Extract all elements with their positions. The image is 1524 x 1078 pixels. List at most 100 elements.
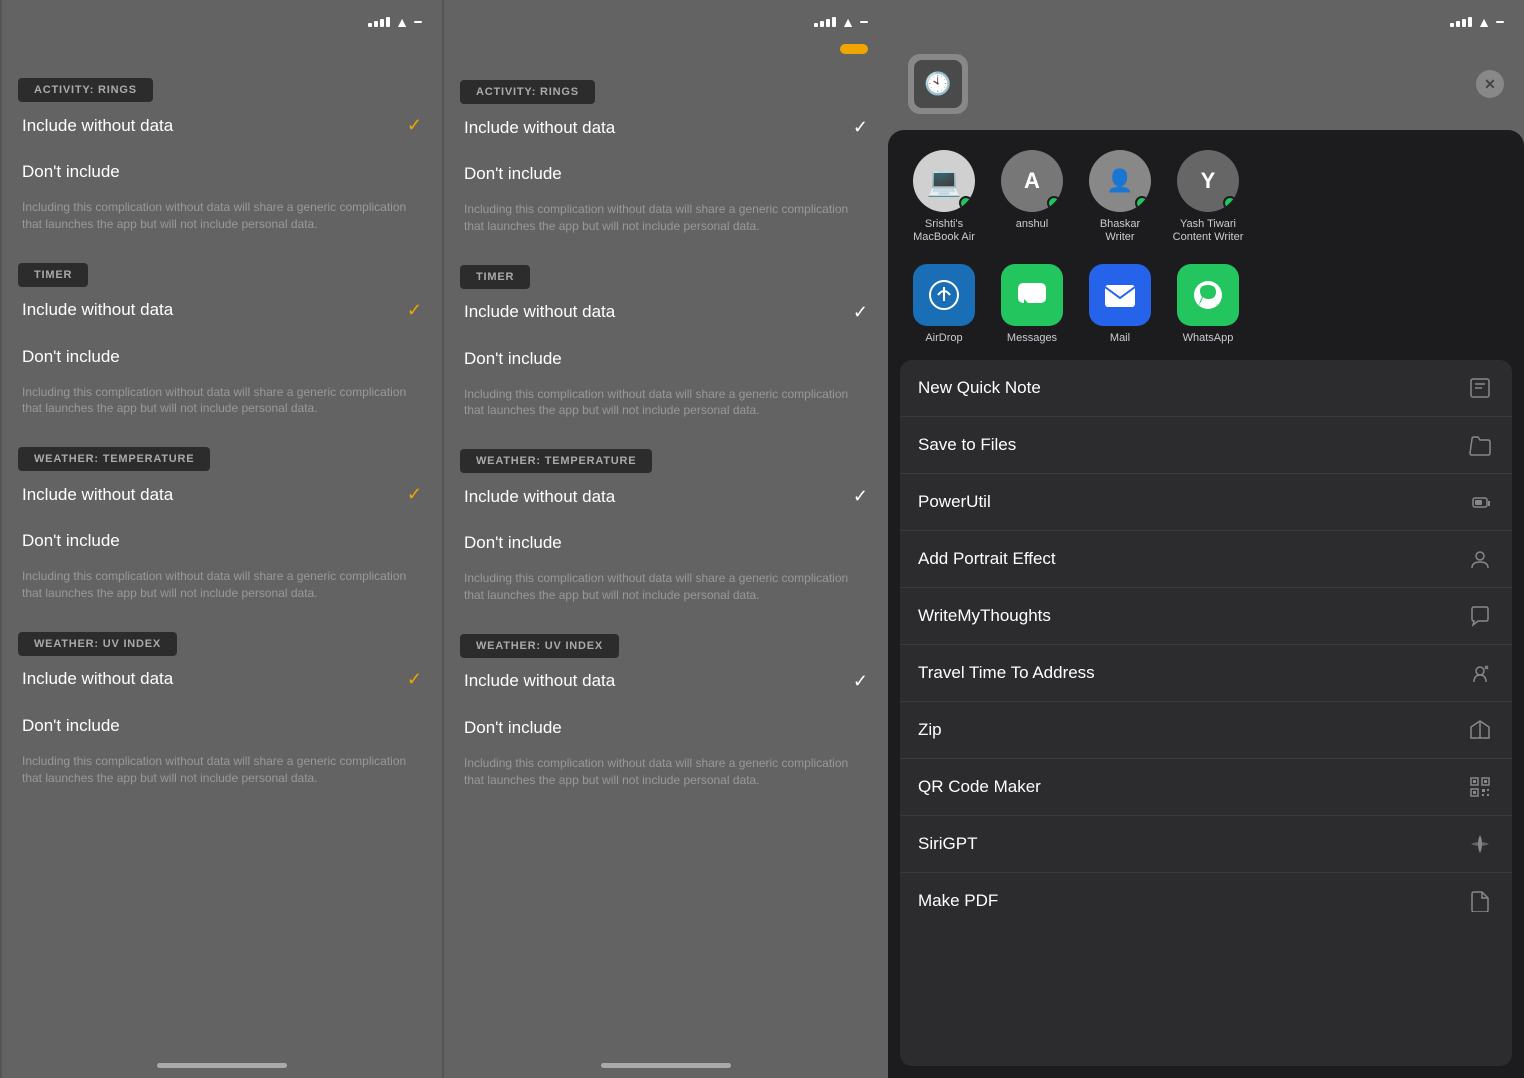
option-label: Include without data	[464, 487, 615, 507]
status-icons-2: ▲	[814, 14, 868, 30]
app-item-mail[interactable]: Mail	[1076, 264, 1164, 344]
checkmark: ✓	[407, 484, 422, 505]
section-block: TIMER Include without data ✓ Don't inclu…	[444, 257, 888, 436]
share-menu-label: Zip	[918, 720, 942, 740]
option-label: Don't include	[464, 533, 562, 553]
done-button-2[interactable]	[840, 44, 868, 54]
share-menu-item[interactable]: Add Portrait Effect	[900, 531, 1512, 588]
share-menu-label: New Quick Note	[918, 378, 1041, 398]
option-row[interactable]: Don't include	[2, 703, 442, 749]
nav-bar-1	[2, 38, 442, 64]
share-menu-icon	[1466, 602, 1494, 630]
mail-icon	[1089, 264, 1151, 326]
watch-info: 🕙 ✕	[888, 38, 1524, 130]
share-menu-label: Travel Time To Address	[918, 663, 1095, 683]
section-header: WEATHER: UV INDEX	[18, 632, 177, 656]
option-label: Include without data	[22, 485, 173, 505]
options-scroll-2[interactable]: ACTIVITY: RINGS Include without data ✓ D…	[444, 66, 888, 1055]
close-button[interactable]: ✕	[1476, 70, 1504, 98]
share-menu-icon	[1466, 659, 1494, 687]
wifi-icon: ▲	[395, 14, 409, 30]
option-row[interactable]: Include without data ✓	[2, 656, 442, 703]
apps-row[interactable]: AirDrop Messages Mail WhatsApp	[888, 256, 1524, 360]
share-menu-item[interactable]: QR Code Maker	[900, 759, 1512, 816]
section-block: WEATHER: TEMPERATURE Include without dat…	[444, 441, 888, 620]
app-name: Messages	[1007, 332, 1057, 344]
wifi-icon-3: ▲	[1477, 14, 1491, 30]
battery-3	[1496, 21, 1504, 23]
share-menu-item[interactable]: Make PDF	[900, 873, 1512, 929]
avatar: 👤	[1089, 150, 1151, 212]
share-menu-label: PowerUtil	[918, 492, 991, 512]
share-menu-item[interactable]: Zip	[900, 702, 1512, 759]
online-dot	[1047, 196, 1061, 210]
share-menu-item[interactable]: PowerUtil	[900, 474, 1512, 531]
section-header: WEATHER: UV INDEX	[460, 634, 619, 658]
app-item-airdrop[interactable]: AirDrop	[900, 264, 988, 344]
option-row[interactable]: Don't include	[2, 149, 442, 195]
option-row[interactable]: Don't include	[444, 336, 888, 382]
option-row[interactable]: Include without data ✓	[444, 658, 888, 705]
section-note: Including this complication without data…	[2, 195, 442, 249]
share-menu-item[interactable]: New Quick Note	[900, 360, 1512, 417]
share-menu-label: WriteMyThoughts	[918, 606, 1051, 626]
person-item[interactable]: A anshul	[988, 150, 1076, 244]
people-row[interactable]: 💻 Srishti'sMacBook Air A anshul 👤 Bhaska…	[888, 130, 1524, 256]
option-row[interactable]: Don't include	[2, 334, 442, 380]
option-row[interactable]: Include without data ✓	[2, 287, 442, 334]
person-item[interactable]: Y Yash TiwariContent Writer	[1164, 150, 1252, 244]
option-label: Include without data	[464, 118, 615, 138]
share-menu-icon	[1466, 545, 1494, 573]
option-row[interactable]: Include without data ✓	[2, 102, 442, 149]
status-icons-1: ▲	[368, 14, 422, 30]
app-name: Mail	[1110, 332, 1130, 344]
option-label: Don't include	[464, 718, 562, 738]
share-menu-item[interactable]: Save to Files	[900, 417, 1512, 474]
share-menu-item[interactable]: Travel Time To Address	[900, 645, 1512, 702]
option-row[interactable]: Include without data ✓	[444, 104, 888, 151]
app-item-messages[interactable]: Messages	[988, 264, 1076, 344]
done-button-1[interactable]	[406, 44, 422, 52]
share-menu-icon	[1466, 830, 1494, 858]
option-row[interactable]: Include without data ✓	[444, 289, 888, 336]
share-menu-label: Save to Files	[918, 435, 1016, 455]
status-icons-3: ▲	[1450, 14, 1504, 30]
option-row[interactable]: Don't include	[2, 518, 442, 564]
option-row[interactable]: Include without data ✓	[2, 471, 442, 518]
signal-icon	[368, 17, 390, 27]
share-menu-icon	[1466, 374, 1494, 402]
share-menu-icon	[1466, 488, 1494, 516]
app-name: WhatsApp	[1183, 332, 1234, 344]
person-item[interactable]: 👤 BhaskarWriter	[1076, 150, 1164, 244]
person-item[interactable]: 💻 Srishti'sMacBook Air	[900, 150, 988, 244]
checkmark: ✓	[853, 486, 868, 507]
option-row[interactable]: Don't include	[444, 705, 888, 751]
checkmark: ✓	[407, 669, 422, 690]
section-note: Including this complication without data…	[2, 749, 442, 803]
share-menu-icon	[1466, 773, 1494, 801]
option-label: Don't include	[464, 164, 562, 184]
panel-3: ▲ 🕙 ✕ 💻 Srishti'sMacBook Air A anshul	[888, 0, 1524, 1078]
option-row[interactable]: Don't include	[444, 520, 888, 566]
status-bar-3: ▲	[888, 0, 1524, 38]
option-row[interactable]: Include without data ✓	[444, 473, 888, 520]
section-block: TIMER Include without data ✓ Don't inclu…	[2, 255, 442, 434]
watch-details	[982, 81, 1462, 87]
share-menu-item[interactable]: WriteMyThoughts	[900, 588, 1512, 645]
section-block: WEATHER: UV INDEX Include without data ✓…	[2, 624, 442, 803]
share-menu-label: SiriGPT	[918, 834, 978, 854]
option-label: Include without data	[22, 116, 173, 136]
share-menu-item[interactable]: SiriGPT	[900, 816, 1512, 873]
status-bar-1: ▲	[2, 0, 442, 38]
option-row[interactable]: Don't include	[444, 151, 888, 197]
options-scroll-1[interactable]: ACTIVITY: RINGS Include without data ✓ D…	[2, 64, 442, 1055]
home-indicator-1	[2, 1055, 442, 1078]
option-label: Include without data	[464, 302, 615, 322]
app-item-whatsapp[interactable]: WhatsApp	[1164, 264, 1252, 344]
person-name: anshul	[1016, 218, 1048, 231]
person-name: BhaskarWriter	[1100, 218, 1140, 244]
checkmark: ✓	[853, 671, 868, 692]
wifi-icon-2: ▲	[841, 14, 855, 30]
section-header: WEATHER: TEMPERATURE	[460, 449, 652, 473]
option-label: Include without data	[464, 671, 615, 691]
